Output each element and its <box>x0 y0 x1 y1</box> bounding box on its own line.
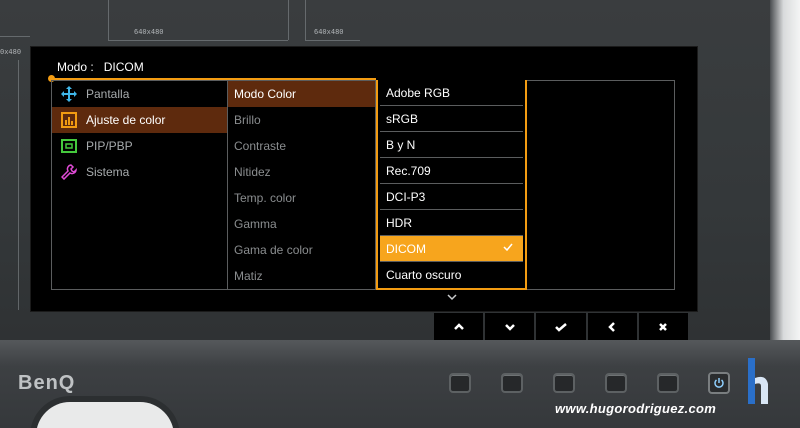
hardware-button-2[interactable] <box>501 373 523 393</box>
grid-line <box>18 60 19 310</box>
option-rec709[interactable]: Rec.709 <box>380 158 523 184</box>
grid-line <box>305 40 360 41</box>
main-menu-label: PIP/PBP <box>86 139 133 153</box>
grid-line <box>108 40 288 41</box>
mode-label: Modo : <box>57 60 94 74</box>
wrench-icon <box>60 163 78 181</box>
chevron-left-icon <box>608 321 616 332</box>
mode-value: DICOM <box>103 60 144 74</box>
close-icon <box>659 322 668 331</box>
option-b-y-n[interactable]: B y N <box>380 132 523 158</box>
option-dicom[interactable]: DICOM <box>380 236 523 262</box>
key-guide <box>434 313 689 340</box>
submenu-item-brillo[interactable]: Brillo <box>228 107 375 133</box>
main-menu-label: Sistema <box>86 165 130 179</box>
pip-pbp-icon <box>60 137 78 155</box>
resolution-label: 640x480 <box>314 28 344 36</box>
hardware-button-5[interactable] <box>657 373 679 393</box>
submenu-item-matiz[interactable]: Matiz <box>228 263 375 289</box>
main-menu-column: Pantalla Ajuste de color PIP/PBP Sistema <box>51 80 228 290</box>
hardware-button-3[interactable] <box>553 373 575 393</box>
option-srgb[interactable]: sRGB <box>380 106 523 132</box>
grid-line <box>288 0 289 40</box>
monitor-stand <box>30 396 180 428</box>
main-menu-label: Ajuste de color <box>86 113 166 127</box>
main-menu-label: Pantalla <box>86 87 130 101</box>
osd-menu: Modo : DICOM Pantalla Ajuste de color PI… <box>30 46 698 312</box>
watermark-logo-icon <box>748 358 768 404</box>
empty-column <box>527 80 675 290</box>
grid-line <box>305 0 306 40</box>
key-back[interactable] <box>587 313 637 340</box>
key-confirm[interactable] <box>536 313 586 340</box>
display-adjust-icon <box>60 85 78 103</box>
color-adjust-icon <box>60 111 78 129</box>
submenu-item-nitidez[interactable]: Nitidez <box>228 159 375 185</box>
grid-line <box>0 36 30 37</box>
submenu-column: Modo Color Brillo Contraste Nitidez Temp… <box>228 80 376 290</box>
osd-mode-header: Modo : DICOM <box>57 60 144 74</box>
option-hdr[interactable]: HDR <box>380 210 523 236</box>
main-menu-item-sistema[interactable]: Sistema <box>52 159 227 185</box>
key-down[interactable] <box>485 313 535 340</box>
option-adobe-rgb[interactable]: Adobe RGB <box>380 80 523 106</box>
option-dci-p3[interactable]: DCI-P3 <box>380 184 523 210</box>
submenu-item-modo-color[interactable]: Modo Color <box>228 81 375 107</box>
main-menu-item-pantalla[interactable]: Pantalla <box>52 81 227 107</box>
option-label: DICOM <box>386 241 426 256</box>
options-column: Adobe RGB sRGB B y N Rec.709 DCI-P3 HDR … <box>376 80 527 290</box>
submenu-item-gama-de-color[interactable]: Gama de color <box>228 237 375 263</box>
main-menu-item-ajuste-de-color[interactable]: Ajuste de color <box>52 107 227 133</box>
main-menu-item-pip-pbp[interactable]: PIP/PBP <box>52 133 227 159</box>
scroll-down-icon[interactable] <box>444 293 460 303</box>
check-icon <box>503 243 513 254</box>
monitor-side-bezel <box>770 0 800 360</box>
watermark-text: www.hugorodriguez.com <box>555 401 717 416</box>
grid-line <box>108 0 109 40</box>
chevron-down-icon <box>504 323 515 331</box>
brand-logo: BenQ <box>18 372 76 394</box>
chevron-up-icon <box>453 322 464 330</box>
key-up[interactable] <box>434 313 484 340</box>
submenu-item-gamma[interactable]: Gamma <box>228 211 375 237</box>
option-cuarto-oscuro[interactable]: Cuarto oscuro <box>380 262 523 288</box>
resolution-label: 640x480 <box>134 28 164 36</box>
power-icon <box>714 378 724 388</box>
resolution-label: 0x480 <box>0 48 22 56</box>
hardware-button-1[interactable] <box>449 373 471 393</box>
submenu-item-temp-color[interactable]: Temp. color <box>228 185 375 211</box>
check-icon <box>555 322 567 332</box>
power-button[interactable] <box>708 372 730 394</box>
key-exit[interactable] <box>638 313 689 340</box>
hardware-button-4[interactable] <box>605 373 627 393</box>
submenu-item-contraste[interactable]: Contraste <box>228 133 375 159</box>
